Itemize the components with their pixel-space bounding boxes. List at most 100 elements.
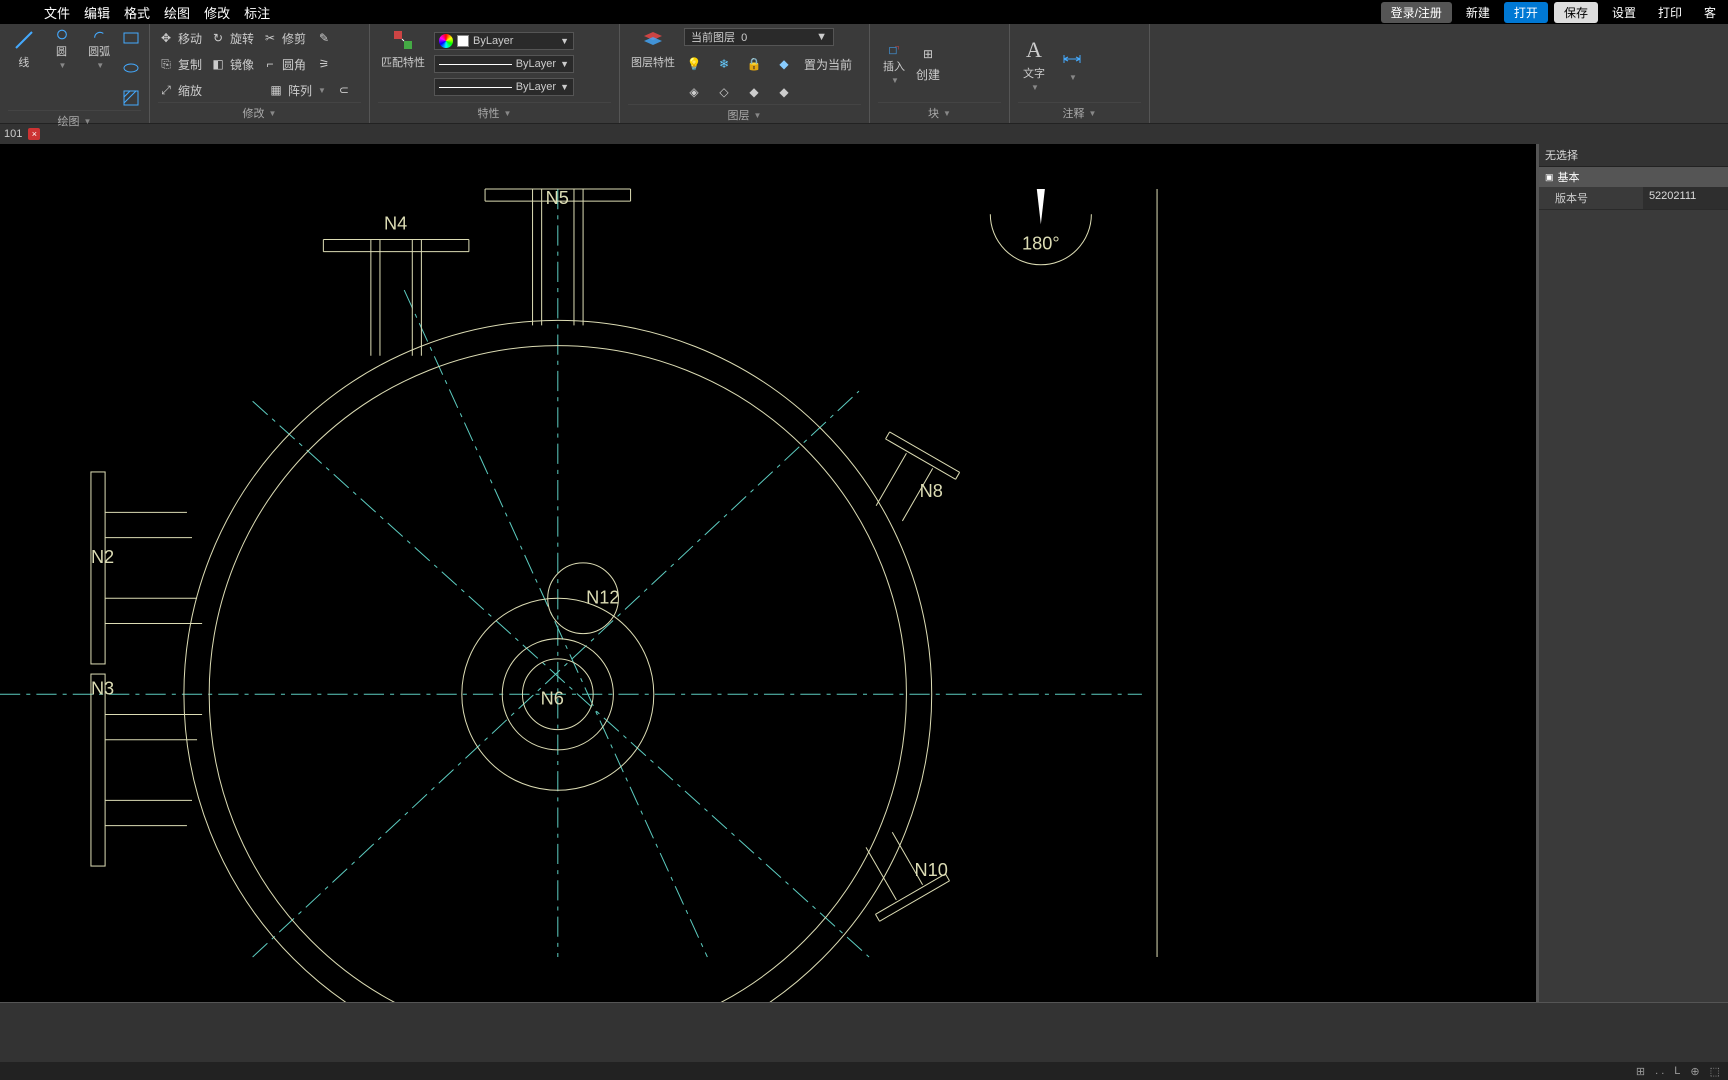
tool-arc[interactable]: 圆弧▼	[83, 28, 115, 70]
status-bar: ⊞ . . L ⊕ ⬚	[0, 1062, 1728, 1080]
label-n2: N2	[91, 547, 114, 567]
status-snap-icon[interactable]: . .	[1655, 1065, 1664, 1077]
properties-header: 无选择	[1539, 144, 1728, 167]
document-tab-bar: 101 ×	[0, 124, 1728, 144]
color-swatch	[457, 35, 469, 47]
panel-props-expand[interactable]: ▼	[504, 109, 512, 118]
status-grid-icon[interactable]: ⊞	[1636, 1065, 1645, 1078]
block-insert-button[interactable]: 插入▼	[878, 43, 910, 85]
panel-annotation: A 文字▼ ▼ 注释▼	[1010, 24, 1150, 123]
current-layer-combo[interactable]: 当前图层 0 ▼	[684, 28, 834, 46]
layer-on-icon[interactable]: 💡	[684, 54, 704, 74]
tool-explode[interactable]: ⚞	[314, 54, 334, 74]
properties-section-basic[interactable]: ▣ 基本	[1539, 167, 1728, 187]
status-osnap-icon[interactable]: ⬚	[1710, 1065, 1720, 1078]
panel-layer: 图层特性 当前图层 0 ▼ 💡 ❄ 🔒 ◆ 置为当前 ◈ ◇ ◆	[620, 24, 870, 123]
layer-match-icon[interactable]: ◆	[774, 82, 794, 102]
tool-scale[interactable]: ⤢缩放	[158, 82, 202, 99]
layer-properties-button[interactable]: 图层特性	[628, 28, 678, 70]
label-n10: N10	[915, 860, 948, 880]
tool-trim[interactable]: ✂修剪	[262, 30, 306, 47]
property-name: 版本号	[1539, 187, 1643, 209]
dimension-button[interactable]: ▼	[1056, 43, 1088, 85]
command-line-area[interactable]	[0, 1002, 1728, 1062]
layer-color-icon[interactable]: ◆	[774, 54, 794, 74]
save-button[interactable]: 保存	[1554, 2, 1598, 23]
ribbon: 线 圆▼ 圆弧▼ 绘图▼ ✥移动 ↻旋转 ✂修剪 ✎	[0, 24, 1728, 124]
open-button[interactable]: 打开	[1504, 2, 1548, 23]
panel-block: 插入▼ ⊞ 创建 块▼	[870, 24, 1010, 123]
tool-fillet[interactable]: ⌐圆角	[262, 56, 306, 73]
menu-bar: 文件 编辑 格式 绘图 修改 标注 登录/注册 新建 打开 保存 设置 打印 客	[0, 0, 1728, 24]
mirror-icon: ◧	[210, 56, 226, 72]
settings-button[interactable]: 设置	[1604, 2, 1644, 23]
trim-icon: ✂	[262, 30, 278, 46]
move-icon: ✥	[158, 30, 174, 46]
status-ortho-icon[interactable]: L	[1674, 1065, 1680, 1077]
label-n3: N3	[91, 678, 114, 698]
tool-array[interactable]: ▦阵列▼	[268, 82, 326, 99]
property-value[interactable]: 52202111	[1643, 187, 1728, 209]
tool-rotate[interactable]: ↻旋转	[210, 30, 254, 47]
panel-block-expand[interactable]: ▼	[943, 109, 951, 118]
tool-circle[interactable]: 圆▼	[46, 28, 78, 70]
document-tab-close[interactable]: ×	[28, 128, 40, 140]
panel-layer-label: 图层	[728, 107, 750, 123]
label-n12: N12	[586, 587, 619, 607]
service-button[interactable]: 客	[1696, 2, 1724, 23]
rotate-icon: ↻	[210, 30, 226, 46]
menu-file[interactable]: 文件	[44, 3, 70, 22]
status-polar-icon[interactable]: ⊕	[1690, 1065, 1699, 1078]
layer-freeze-icon[interactable]: ❄	[714, 54, 734, 74]
login-button[interactable]: 登录/注册	[1381, 2, 1452, 23]
layer-iso-icon[interactable]: ◈	[684, 82, 704, 102]
color-combo[interactable]: ByLayer▼	[434, 32, 574, 50]
set-current-layer-button[interactable]: 置为当前	[804, 56, 852, 73]
linetype-combo[interactable]: ByLayer▼	[434, 78, 574, 96]
block-create-button[interactable]: ⊞ 创建	[916, 46, 940, 83]
match-properties-button[interactable]: 匹配特性	[378, 28, 428, 70]
tool-mirror[interactable]: ◧镜像	[210, 56, 254, 73]
label-n8: N8	[920, 481, 943, 501]
menu-annotate[interactable]: 标注	[244, 3, 270, 22]
panel-layer-expand[interactable]: ▼	[754, 111, 762, 120]
document-tab[interactable]: 101	[4, 128, 22, 140]
tool-erase[interactable]: ✎	[314, 28, 334, 48]
panel-annot-expand[interactable]: ▼	[1089, 109, 1097, 118]
compass-angle: 180°	[1022, 234, 1060, 254]
layer-uniso-icon[interactable]: ◇	[714, 82, 734, 102]
menu-format[interactable]: 格式	[124, 3, 150, 22]
new-button[interactable]: 新建	[1458, 2, 1498, 23]
array-icon: ▦	[268, 82, 284, 98]
panel-modify: ✥移动 ↻旋转 ✂修剪 ✎ ⎘复制 ◧镜像 ⌐圆角 ⚞ ⤢缩放 ▦阵列▼ ⊂ 修…	[150, 24, 370, 123]
collapse-icon: ▣	[1545, 172, 1554, 183]
drawing-canvas[interactable]: 180°	[0, 144, 1538, 1002]
drawing-svg: 180°	[0, 144, 1536, 1002]
tool-ellipse[interactable]	[121, 58, 141, 78]
panel-draw-expand[interactable]: ▼	[84, 117, 92, 126]
layer-lock-icon[interactable]: 🔒	[744, 54, 764, 74]
label-n5: N5	[546, 188, 569, 208]
workspace: 180°	[0, 144, 1728, 1002]
menu-edit[interactable]: 编辑	[84, 3, 110, 22]
panel-modify-expand[interactable]: ▼	[269, 109, 277, 118]
layer-off-icon[interactable]: ◆	[744, 82, 764, 102]
tool-copy[interactable]: ⎘复制	[158, 56, 202, 73]
print-button[interactable]: 打印	[1650, 2, 1690, 23]
panel-draw: 线 圆▼ 圆弧▼ 绘图▼	[0, 24, 150, 123]
menu-draw[interactable]: 绘图	[164, 3, 190, 22]
panel-properties: 匹配特性 ByLayer▼ ByLayer▼ ByLayer▼ 特性▼	[370, 24, 620, 123]
text-button[interactable]: A 文字▼	[1018, 43, 1050, 85]
tool-line[interactable]: 线	[8, 28, 40, 70]
label-n4: N4	[384, 213, 407, 233]
lineweight-combo[interactable]: ByLayer▼	[434, 55, 574, 73]
tool-hatch[interactable]	[121, 88, 141, 108]
tool-offset[interactable]: ⊂	[334, 80, 354, 100]
menu-modify[interactable]: 修改	[204, 3, 230, 22]
label-n6: N6	[541, 688, 564, 708]
tool-move[interactable]: ✥移动	[158, 30, 202, 47]
tool-rectangle[interactable]	[121, 28, 141, 48]
block-create-icon: ⊞	[920, 46, 936, 62]
panel-draw-label: 绘图	[58, 113, 80, 129]
fillet-icon: ⌐	[262, 56, 278, 72]
